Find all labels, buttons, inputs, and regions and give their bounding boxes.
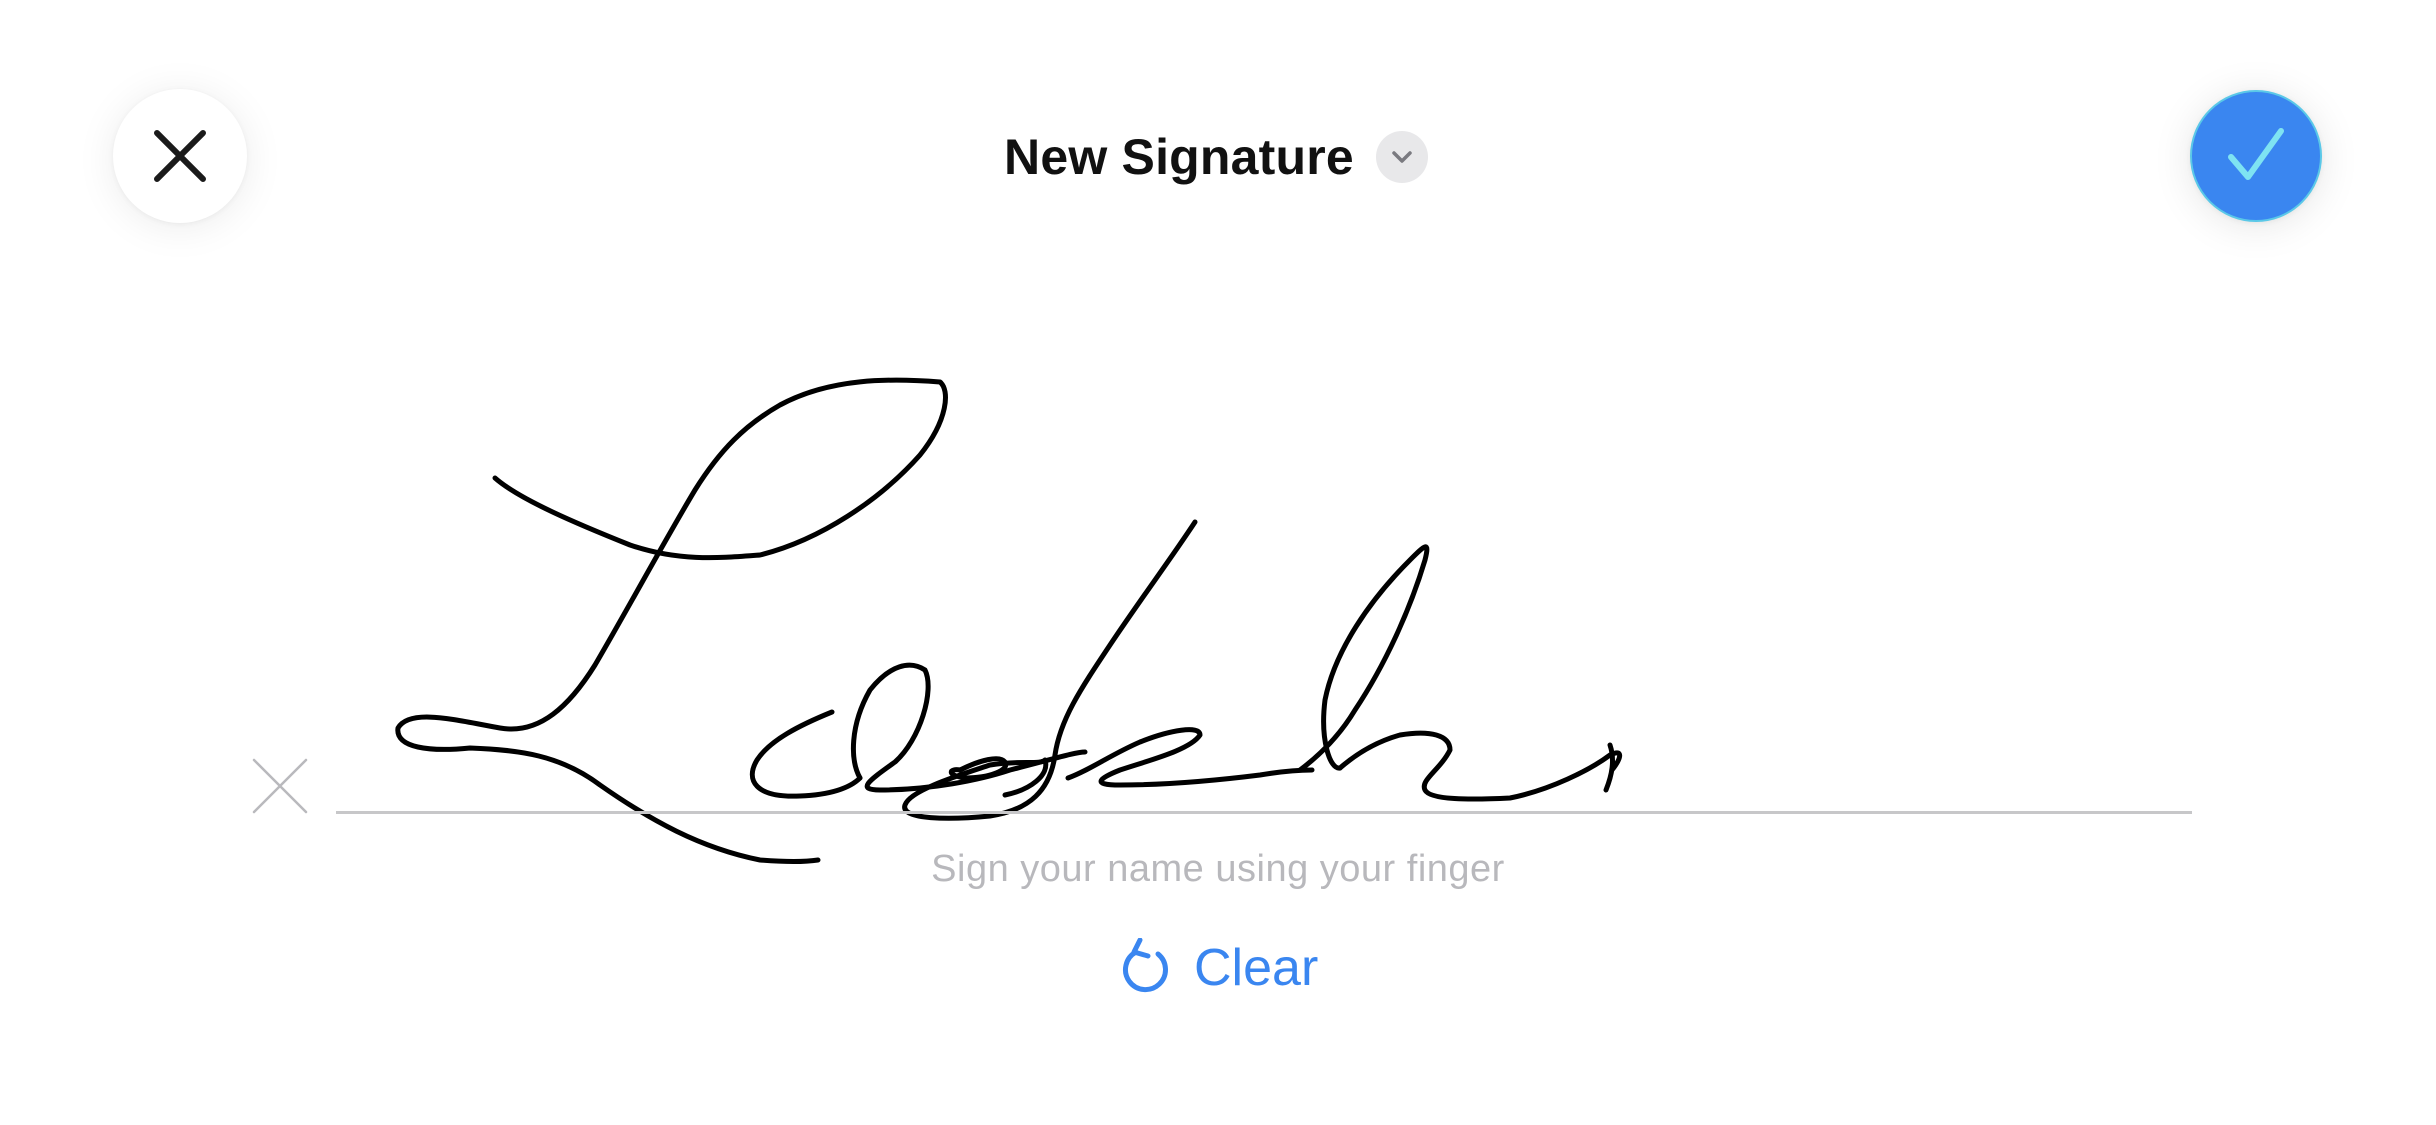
signature-screen: New Signature Sign your name using your … — [0, 0, 2436, 1125]
x-mark-icon — [252, 758, 308, 814]
clear-button[interactable]: Clear — [1118, 938, 1318, 998]
signature-stroke — [902, 519, 1198, 821]
signature-stroke — [1337, 730, 1623, 802]
signature-stroke — [1603, 742, 1616, 793]
done-button[interactable] — [2190, 90, 2322, 222]
signature-stroke — [1065, 727, 1315, 788]
signature-type-menu[interactable]: New Signature — [1004, 128, 1428, 186]
signature-stroke — [395, 377, 948, 864]
signature-stroke — [749, 709, 863, 799]
undo-arrow-icon — [1123, 938, 1168, 993]
menu-toggle[interactable] — [1375, 131, 1428, 183]
chevron-down-icon — [1392, 151, 1412, 163]
clear-label: Clear — [1194, 939, 1319, 997]
signature-hint: Sign your name using your finger — [931, 848, 1505, 890]
page-title: New Signature — [1004, 129, 1354, 185]
checkmark-icon — [2228, 128, 2284, 180]
signature-stroke — [1297, 544, 1430, 773]
header: New Signature — [0, 118, 2436, 196]
signature-baseline — [336, 811, 2192, 814]
